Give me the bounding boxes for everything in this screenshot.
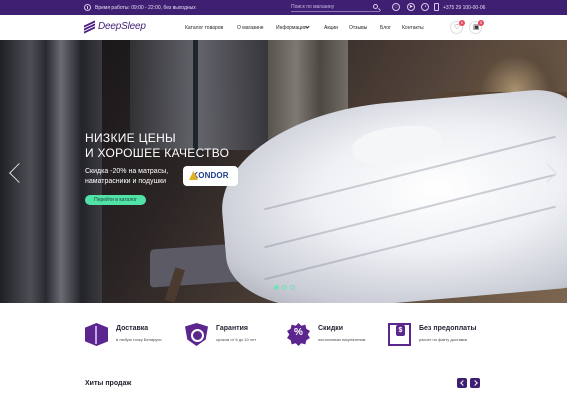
whatsapp-icon[interactable]: ◔ bbox=[421, 3, 429, 11]
phone-icon[interactable] bbox=[434, 3, 439, 11]
nav-catalog[interactable]: Каталог товаров bbox=[185, 25, 223, 31]
nav-about[interactable]: О магазине bbox=[237, 25, 264, 31]
go-to-catalog-button[interactable]: Перейти в каталог bbox=[85, 195, 146, 205]
nav-contacts[interactable]: Контакты bbox=[402, 25, 424, 31]
favorites-button[interactable]: ♡ 0 bbox=[450, 20, 465, 34]
hero-copy: НИЗКИЕ ЦЕНЫ И ХОРОШЕЕ КАЧЕСТВО Скидка -2… bbox=[85, 131, 265, 205]
benefits-row: Доставка в любую точку Беларуси Гарантия… bbox=[0, 303, 567, 365]
feature-delivery: Доставка в любую точку Беларуси bbox=[85, 323, 180, 347]
slider-dot-1[interactable] bbox=[274, 285, 279, 290]
feature-text: сроком от 5 до 10 лет bbox=[216, 337, 257, 342]
viber-icon[interactable]: ◌ bbox=[392, 3, 400, 11]
chevron-down-icon[interactable] bbox=[305, 24, 310, 29]
shield-clock-icon bbox=[185, 323, 208, 346]
clock-icon bbox=[84, 4, 91, 11]
cart-count-badge: 0 bbox=[478, 20, 484, 26]
telegram-icon[interactable]: ➤ bbox=[407, 3, 415, 11]
bestsellers-title: Хиты продаж bbox=[85, 380, 132, 387]
feature-text: постоянным покупателям bbox=[318, 337, 366, 342]
feature-text: расчет по факту доставки bbox=[419, 337, 468, 342]
slider-pagination bbox=[274, 285, 298, 293]
working-hours: Время работы: 09:00 - 22:00, без выходны… bbox=[95, 5, 196, 11]
box-icon bbox=[85, 323, 108, 346]
site-logo[interactable]: DeepSleep bbox=[84, 20, 148, 34]
nav-information[interactable]: Информация bbox=[276, 25, 307, 31]
favorites-count-badge: 0 bbox=[459, 20, 465, 26]
feature-no-prepayment: Без предоплаты расчет по факту доставки bbox=[388, 323, 483, 347]
main-header: DeepSleep Каталог товаров О магазине Инф… bbox=[0, 15, 567, 40]
slider-dot-2[interactable] bbox=[282, 285, 287, 290]
slider-dot-3[interactable] bbox=[290, 285, 295, 290]
bestsellers-next-button[interactable] bbox=[470, 378, 480, 388]
logo-text: DeepSleep bbox=[98, 21, 146, 32]
bestsellers-prev-button[interactable] bbox=[457, 378, 467, 388]
percent-badge-icon bbox=[287, 323, 310, 346]
feature-title: Скидки bbox=[318, 325, 344, 332]
feature-title: Без предоплаты bbox=[419, 325, 477, 332]
top-info-bar: Время работы: 09:00 - 22:00, без выходны… bbox=[0, 0, 567, 15]
cash-icon bbox=[388, 323, 411, 346]
kondor-logo: KONDOR bbox=[183, 166, 238, 186]
search-icon[interactable] bbox=[373, 4, 378, 9]
bestsellers-header: Хиты продаж bbox=[85, 373, 485, 401]
feature-discounts: Скидки постоянным покупателям bbox=[287, 323, 382, 347]
cart-button[interactable]: ▣ 0 bbox=[469, 20, 484, 34]
hero-subtitle: Скидка -20% на матрасы, наматрасники и п… bbox=[85, 168, 169, 185]
phone-number[interactable]: +375 29 100-00-06 bbox=[443, 5, 485, 11]
logo-mark bbox=[84, 20, 95, 34]
search-input[interactable] bbox=[291, 3, 369, 11]
nav-promotions[interactable]: Акции bbox=[324, 25, 338, 31]
feature-text: в любую точку Беларуси bbox=[116, 337, 162, 342]
hero-title: НИЗКИЕ ЦЕНЫ И ХОРОШЕЕ КАЧЕСТВО bbox=[85, 131, 230, 160]
search-box[interactable] bbox=[291, 3, 380, 12]
nav-reviews[interactable]: Отзывы bbox=[349, 25, 367, 31]
feature-title: Доставка bbox=[116, 325, 149, 332]
feature-title: Гарантия bbox=[216, 325, 248, 332]
nav-blog[interactable]: Блог bbox=[380, 25, 391, 31]
feature-guarantee: Гарантия сроком от 5 до 10 лет bbox=[185, 323, 280, 347]
hero-slider: НИЗКИЕ ЦЕНЫ И ХОРОШЕЕ КАЧЕСТВО Скидка -2… bbox=[0, 40, 567, 303]
